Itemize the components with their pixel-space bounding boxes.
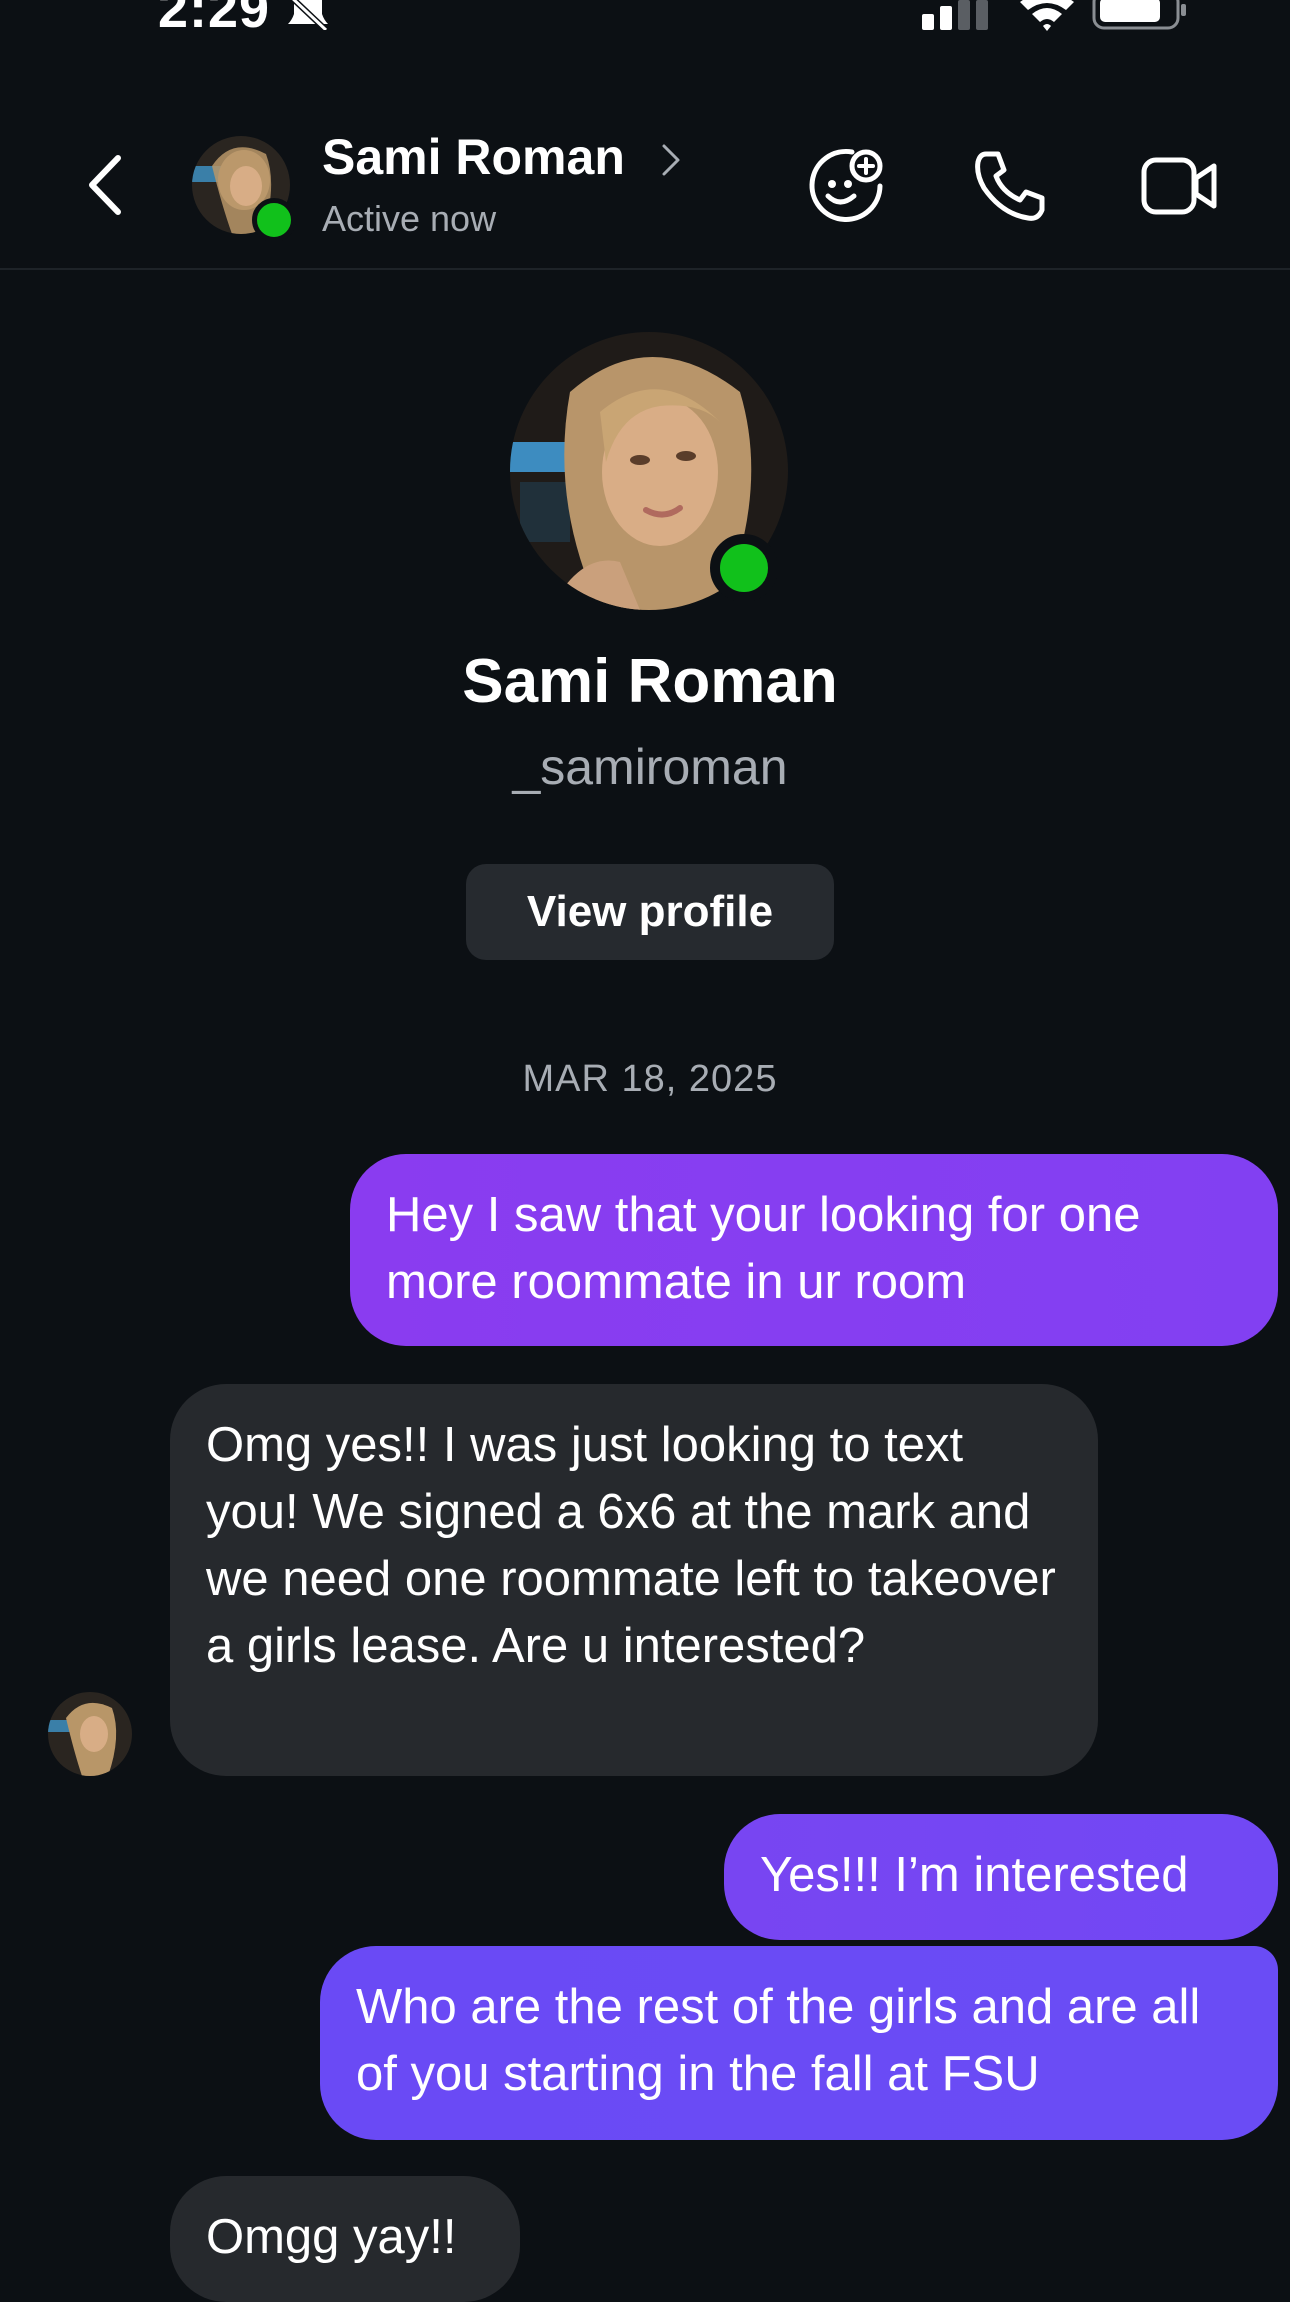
cellular-signal-icon <box>922 0 988 30</box>
bell-slash-icon <box>288 0 329 30</box>
message-bubble-outgoing[interactable]: Hey I saw that your looking for one more… <box>350 1154 1278 1346</box>
message-bubble-incoming[interactable]: Omg yes!! I was just looking to text you… <box>170 1384 1098 1776</box>
video-camera-icon[interactable] <box>1140 150 1220 222</box>
message-bubble-outgoing[interactable]: Yes!!! I’m interested <box>724 1814 1278 1940</box>
date-separator: MAR 18, 2025 <box>522 1058 778 1100</box>
profile-name: Sami Roman <box>462 647 838 716</box>
phone-icon[interactable] <box>972 148 1048 224</box>
header-active-status: Active now <box>322 198 497 239</box>
header-divider <box>0 268 1290 270</box>
wifi-icon <box>1020 0 1074 31</box>
message-sender-avatar[interactable] <box>48 1692 132 1776</box>
battery-icon <box>1092 0 1186 30</box>
online-status-dot <box>252 198 296 242</box>
header-contact-name[interactable]: Sami Roman <box>322 128 625 186</box>
view-profile-button[interactable]: View profile <box>466 864 834 960</box>
online-status-dot-large <box>710 534 778 602</box>
back-chevron-icon[interactable] <box>80 150 136 220</box>
sticker-icon[interactable] <box>808 146 886 224</box>
profile-username: _samiroman <box>512 739 788 795</box>
chevron-right-icon[interactable] <box>660 142 682 178</box>
message-bubble-outgoing[interactable]: Who are the rest of the girls and are al… <box>320 1946 1278 2140</box>
status-bar-time: 2:29 <box>158 0 271 39</box>
message-bubble-incoming[interactable]: Omgg yay!! <box>170 2176 520 2302</box>
